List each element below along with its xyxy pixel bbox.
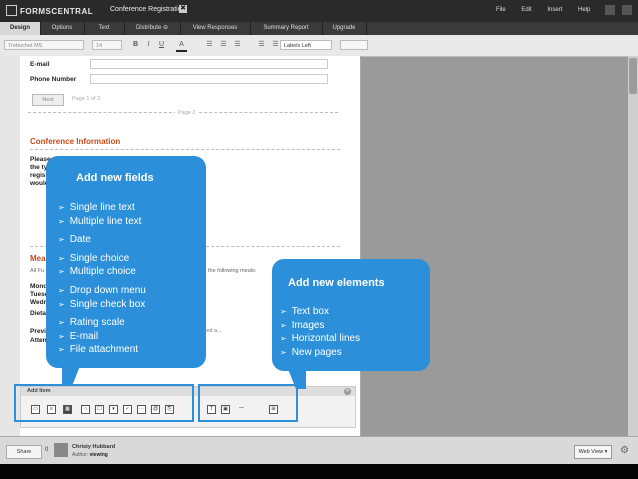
main-menu: File Edit Insert Help: [496, 7, 604, 13]
menu-insert[interactable]: Insert: [547, 7, 562, 13]
section-divider: [30, 149, 340, 150]
status-bar: Share 0 Christy Hubbard Author: viewing …: [0, 436, 638, 465]
page-2-label: Page 2: [175, 110, 199, 116]
tab-summary-report[interactable]: Summary Report: [250, 22, 323, 35]
list-item: ➢ Horizontal lines: [280, 333, 361, 345]
document-title: Conference Registration: [110, 6, 186, 13]
meals-title: Mea: [30, 254, 46, 263]
list-item: ➢ Single check box: [58, 298, 146, 310]
share-button[interactable]: Share: [6, 445, 42, 459]
canvas-margin: [0, 56, 20, 436]
close-document-icon[interactable]: ✖: [179, 5, 187, 13]
align-right-icon[interactable]: ☰: [232, 40, 243, 50]
grid-icon[interactable]: [605, 5, 616, 15]
list-item: ➢ Single choice: [58, 252, 130, 264]
dietary-label: Dieta: [30, 310, 46, 317]
format-toolbar: Trebuchet MS 14 B I U A ☰ ☰ ☰ ☰ ☰ Labels…: [0, 35, 638, 57]
fill-color-icon[interactable]: [340, 40, 368, 50]
align-center-icon[interactable]: ☰: [218, 40, 229, 50]
list-item: ➢ Rating scale: [58, 317, 125, 329]
callout-elements-title: Add new elements: [288, 277, 385, 289]
list-item: ➢ E-mail: [58, 330, 99, 342]
menu-help[interactable]: Help: [578, 7, 590, 13]
share-count: 0: [45, 447, 49, 453]
meals-text: All Fu: [30, 268, 45, 274]
callout-fields-list: ➢ Single line text ➢ Multiple line text ➢ D…: [58, 201, 146, 357]
text-color-button[interactable]: A: [176, 40, 187, 52]
app-header: FORMSCENTRAL Conference Registration ✖ F…: [0, 0, 638, 22]
list-item: ➢ Single line text: [58, 202, 135, 213]
tab-design[interactable]: Design: [0, 22, 41, 35]
phone-label: Phone Number: [30, 76, 77, 83]
align-left-icon[interactable]: ☰: [204, 40, 215, 50]
add-elements-callout: Add new elements ➢ Text box ➢ Images ➢ Hori…: [272, 259, 430, 371]
logo-icon: [6, 5, 17, 16]
font-size-select[interactable]: 14: [92, 40, 122, 50]
indent-icon[interactable]: ☰: [256, 40, 267, 50]
tab-upgrade[interactable]: Upgrade: [322, 22, 367, 35]
list-item: ➢ Text box: [280, 306, 329, 317]
email-field[interactable]: [90, 59, 328, 69]
author-name: Christy Hubbard: [72, 444, 116, 450]
callout-elements-tail: [288, 369, 306, 389]
previous-label: Previ: [30, 328, 46, 335]
author-status: Author: viewing: [72, 452, 108, 458]
email-label: E-mail: [30, 61, 50, 68]
italic-button[interactable]: I: [143, 40, 154, 50]
footer-strip: [0, 464, 638, 479]
meals-text-right: the following meals:: [208, 268, 257, 274]
elements-highlight: [198, 384, 298, 422]
web-view-button[interactable]: Web View ▾: [574, 445, 612, 459]
callout-fields-title: Add new fields: [76, 172, 154, 184]
callout-elements-list: ➢ Text box ➢ Images ➢ Horizontal lines ➢ New…: [280, 305, 360, 359]
labels-position-select[interactable]: Labels Left: [280, 40, 332, 50]
list-item: ➢ Drop down menu: [58, 284, 146, 296]
menu-file[interactable]: File: [496, 7, 506, 13]
list-item: ➢ Images: [280, 319, 325, 331]
font-select[interactable]: Trebuchet MS: [4, 40, 84, 50]
app-logo[interactable]: FORMSCENTRAL: [6, 5, 93, 16]
avatar: [54, 443, 68, 457]
add-fields-callout: Add new fields ➢ Single line text ➢ Multip…: [46, 156, 206, 368]
vertical-scrollbar[interactable]: [628, 56, 638, 436]
underline-button[interactable]: U: [156, 40, 167, 50]
tab-bar: Design Options Text Distribute ⊖ View Re…: [0, 22, 638, 35]
list-item: ➢ File attachment: [58, 344, 139, 356]
list-item: ➢ New pages: [280, 346, 342, 358]
tab-text[interactable]: Text: [84, 22, 125, 35]
gear-icon[interactable]: ⚙: [620, 445, 629, 456]
bold-button[interactable]: B: [130, 40, 141, 50]
list-item: ➢ Multiple line text: [58, 215, 142, 227]
tab-view-responses[interactable]: View Responses: [180, 22, 251, 35]
menu-edit[interactable]: Edit: [521, 7, 531, 13]
list-item: ➢ Date: [58, 234, 91, 246]
top-icons: [600, 5, 632, 17]
fields-highlight: [14, 384, 194, 422]
user-icon[interactable]: [622, 5, 632, 15]
scrollbar-thumb[interactable]: [629, 58, 637, 94]
section-title: Conference Information: [30, 137, 121, 146]
panel-close-icon[interactable]: ✕: [344, 388, 351, 395]
tab-options[interactable]: Options: [40, 22, 85, 35]
phone-field[interactable]: [90, 74, 328, 84]
list-item: ➢ Multiple choice: [58, 266, 136, 278]
callout-fields-tail: [62, 366, 80, 386]
tab-distribute[interactable]: Distribute ⊖: [124, 22, 181, 35]
next-button[interactable]: Next: [32, 94, 64, 106]
page-indicator: Page 1 of 2: [72, 96, 101, 102]
